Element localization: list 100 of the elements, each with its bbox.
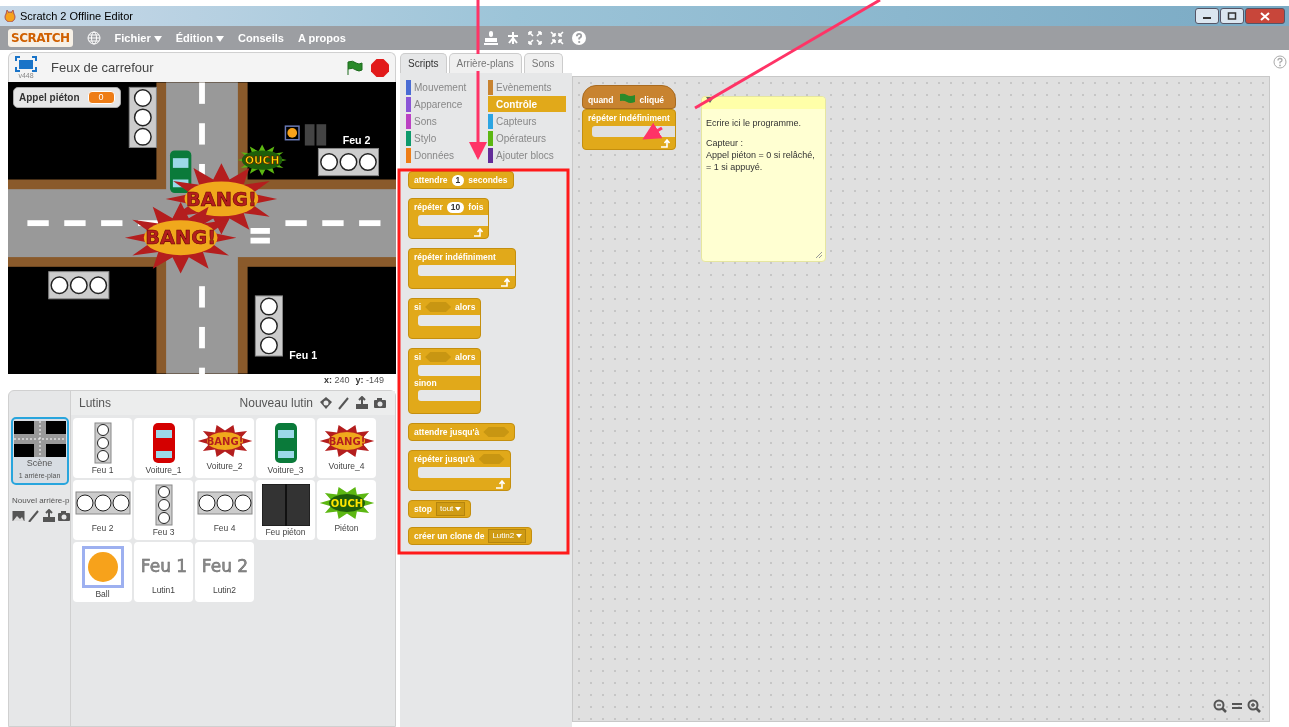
category-item[interactable]: Contrôle (488, 96, 566, 112)
resize-handle-icon[interactable] (815, 251, 823, 259)
sprite-name: Lutin2 (212, 584, 237, 597)
zoom-out-icon[interactable] (1213, 699, 1227, 713)
menu-item[interactable]: Fichier (114, 29, 162, 47)
category-item[interactable]: Mouvement (406, 79, 484, 95)
sprite-tile[interactable]: Voiture_1 (134, 418, 193, 478)
sprite-thumbnail (274, 422, 297, 464)
flag-icon[interactable] (345, 59, 363, 76)
block-label: fois (468, 200, 484, 214)
script-area[interactable]: quand cliqué répéter indéfiniment Ecrire ici le programme. Capteur : Appel piéton = 0 si relâché, = 1 si appuyé. (572, 76, 1270, 722)
block-label: répéter indéfiniment (588, 111, 670, 125)
paintbrush-icon[interactable] (27, 509, 40, 522)
upload-icon[interactable] (42, 509, 55, 522)
camera-icon[interactable] (57, 509, 70, 522)
block-label: attendre (414, 173, 448, 187)
tab[interactable]: Sons (523, 53, 563, 73)
sprite-tile[interactable]: Voiture_3 (256, 418, 315, 478)
tab[interactable]: Scripts (400, 53, 447, 73)
event-block[interactable]: quand cliqué (582, 85, 676, 109)
stop-icon[interactable] (371, 58, 389, 77)
sprite-name: Voiture_2 (206, 460, 243, 473)
block-slot (418, 365, 481, 376)
help-icon[interactable] (571, 31, 586, 45)
scissors-icon[interactable] (505, 31, 520, 45)
category-item[interactable]: Données (406, 147, 484, 163)
sprite-tile[interactable]: Feu 2 (73, 480, 132, 540)
if-block[interactable]: si alors (408, 298, 482, 339)
loop-block[interactable]: répéter 10 fois (408, 198, 490, 239)
block-label: si (414, 300, 422, 314)
loop-arrow-icon (494, 479, 506, 489)
block-label: sinon (414, 376, 437, 390)
backdrop-thumbnail (13, 421, 66, 457)
close-button[interactable] (1245, 8, 1285, 24)
loop-arrow-icon (500, 277, 511, 287)
sprite-thumbnail: Feu 1 (136, 556, 191, 575)
loop-block[interactable]: répéter jusqu'à (408, 450, 511, 491)
category-item[interactable]: Evènements (488, 79, 566, 95)
sprite-tile[interactable]: Feu 3 (134, 480, 193, 540)
sprite-tile[interactable]: Feu 1 Lutin1 (134, 542, 193, 602)
block-label: créer un clone de (414, 529, 485, 543)
sprite-tile[interactable]: Ball (73, 542, 132, 602)
image-library-icon[interactable] (12, 509, 25, 522)
sprite-tile[interactable]: Feu 1 (73, 418, 132, 478)
sprites-heading: Lutins (79, 395, 112, 412)
number-input[interactable]: 10 (446, 201, 465, 213)
command-block[interactable]: stop tout (408, 500, 472, 518)
paintbrush-icon[interactable] (337, 396, 351, 410)
if-block[interactable]: si alors sinon (408, 348, 482, 414)
block-label: secondes (468, 173, 508, 187)
dropdown-input[interactable]: tout (435, 502, 466, 516)
monitor-value: 0 (87, 91, 115, 104)
sprite-tile[interactable]: Feu piéton (256, 480, 315, 540)
sprite-tile[interactable]: BANG! Voiture_4 (317, 418, 376, 478)
sprite-label: Feu 2 (342, 133, 371, 146)
zoom-in-icon[interactable] (1247, 699, 1261, 713)
maximize-button[interactable] (1220, 8, 1244, 24)
category-item[interactable]: Opérateurs (488, 130, 566, 146)
menu-item[interactable]: A propos (297, 29, 346, 47)
sprite-thumbnail: OUCH (318, 486, 375, 521)
minimize-button[interactable] (1195, 8, 1219, 24)
menu-item[interactable]: Conseils (238, 29, 284, 47)
sprite-tile[interactable]: BANG! Voiture_2 (195, 418, 254, 478)
shrink-icon[interactable] (549, 31, 564, 45)
command-block[interactable]: créer un clone de Lutin2 (408, 527, 533, 545)
caret-icon (153, 35, 162, 42)
loop-block[interactable]: répéter indéfiniment (582, 109, 676, 150)
block-label: répéter jusqu'à (414, 452, 475, 466)
stamp-icon[interactable] (483, 31, 498, 45)
menu-item[interactable]: Édition (175, 29, 225, 47)
category-item[interactable]: Stylo (406, 130, 484, 146)
camera-icon[interactable] (373, 396, 387, 410)
tab[interactable]: Arrière-plans (448, 53, 522, 73)
grow-icon[interactable] (527, 31, 542, 45)
loop-block[interactable]: répéter indéfiniment (408, 248, 516, 289)
sprite-name: Feu 1 (91, 464, 114, 477)
presentation-mode-icon[interactable] (15, 56, 37, 72)
block-slot (418, 315, 481, 326)
sprite-tile[interactable]: Feu 4 (195, 480, 254, 540)
category-item[interactable]: Ajouter blocs (488, 147, 566, 163)
sprite-tile[interactable]: Feu 2 Lutin2 (195, 542, 254, 602)
category-item[interactable]: Sons (406, 113, 484, 129)
category-item[interactable]: Apparence (406, 96, 484, 112)
y-coordinate: y: -149 (355, 374, 384, 387)
block-slot (418, 215, 489, 226)
collapse-arrow-icon[interactable] (706, 97, 714, 103)
upload-icon[interactable] (355, 396, 369, 410)
block-label: répéter indéfiniment (414, 250, 496, 264)
comic-burst: OUCH (237, 144, 287, 176)
character-icon[interactable] (319, 396, 333, 410)
scratch-logo[interactable]: SCRATCH (8, 29, 73, 47)
traffic-light-drawing (254, 295, 283, 357)
command-block[interactable]: attendre jusqu'à (408, 423, 516, 441)
category-item[interactable]: Capteurs (488, 113, 566, 129)
number-input[interactable]: 1 (451, 174, 465, 186)
sprite-tile[interactable]: OUCH Piéton (317, 480, 376, 540)
dropdown-input[interactable]: Lutin2 (488, 529, 527, 543)
comment-note[interactable]: Ecrire ici le programme. Capteur : Appel piéton = 0 si relâché, = 1 si appuyé. (701, 96, 826, 262)
sprite-name: Feu 4 (213, 522, 236, 535)
block-label: stop (414, 502, 432, 516)
